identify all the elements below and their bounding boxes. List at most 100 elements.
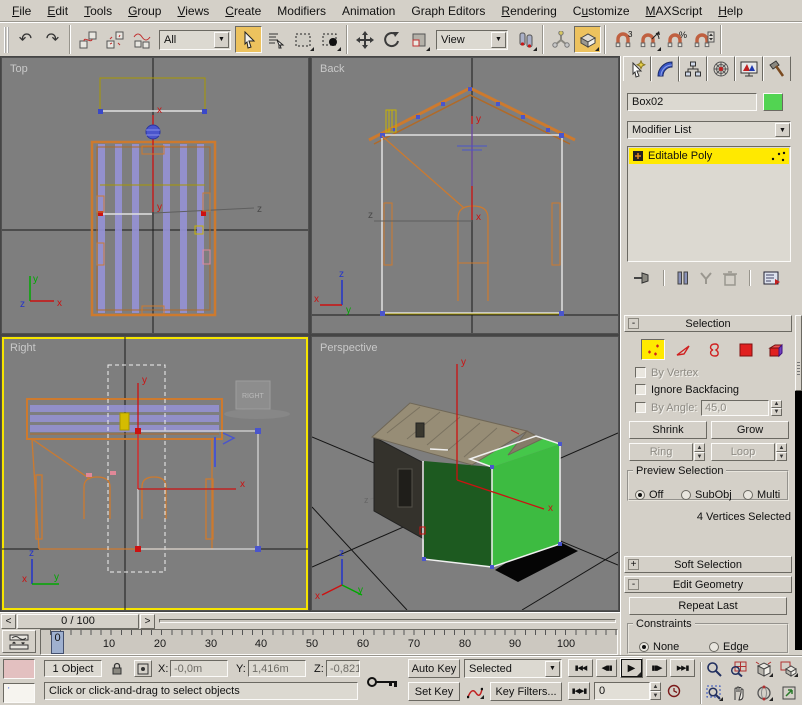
menu-modifiers[interactable]: Modifiers [269, 1, 334, 21]
ring-button[interactable]: Ring [629, 443, 693, 461]
expand-stack-icon[interactable] [632, 150, 645, 163]
pin-stack-icon[interactable] [633, 270, 651, 286]
angle-snap-button[interactable] [636, 26, 663, 53]
key-mode-toggle-button[interactable]: ▮◀▶▮ [568, 682, 590, 700]
select-and-move-button[interactable] [351, 26, 378, 53]
track-bar-thumb[interactable]: 0 [51, 631, 64, 654]
shrink-button[interactable]: Shrink [629, 421, 707, 439]
go-to-end-button[interactable]: ▶▶▮ [670, 659, 695, 677]
remove-modifier-icon[interactable] [723, 270, 737, 286]
ignore-backfacing-checkbox[interactable] [635, 384, 646, 395]
menu-file[interactable]: File [4, 1, 39, 21]
select-and-manipulate-button[interactable] [547, 26, 574, 53]
chevron-down-icon[interactable]: ▼ [545, 660, 560, 677]
select-and-link-button[interactable] [74, 26, 101, 53]
preview-off-radio[interactable] [635, 490, 645, 500]
selection-lock-toggle[interactable] [108, 660, 126, 677]
tab-motion[interactable] [707, 56, 735, 81]
current-frame-field[interactable]: 0 [594, 682, 650, 700]
rectangular-selection-region-button[interactable] [289, 26, 316, 53]
make-unique-icon[interactable] [698, 270, 714, 286]
menu-help[interactable]: Help [710, 1, 751, 21]
maxscript-listener-pane[interactable]: ' [3, 683, 35, 703]
zoom-button[interactable] [702, 658, 725, 679]
select-by-name-button[interactable] [262, 26, 289, 53]
time-slider-prev-button[interactable]: < [1, 613, 16, 629]
menu-group[interactable]: Group [120, 1, 169, 21]
viewport-perspective[interactable]: z y x z x y Perspective [311, 336, 619, 611]
arc-rotate-button[interactable] [752, 682, 775, 703]
preview-multi-radio[interactable] [743, 490, 753, 500]
snap-toggle-3d-button[interactable]: 3 [609, 26, 636, 53]
selection-filter-dropdown[interactable]: All ▼ [159, 29, 231, 50]
repeat-last-button[interactable]: Repeat Last [629, 597, 787, 615]
tab-utilities[interactable] [763, 56, 791, 81]
loop-spinner[interactable]: ▲ ▼ [776, 443, 787, 461]
go-to-start-button[interactable]: ▮◀◀ [568, 659, 593, 677]
grow-button[interactable]: Grow [711, 421, 789, 439]
tab-hierarchy[interactable] [679, 56, 707, 81]
menu-maxscript[interactable]: MAXScript [638, 1, 711, 21]
configure-modifier-sets-icon[interactable] [763, 270, 781, 286]
select-object-button[interactable] [235, 26, 262, 53]
border-mode-button[interactable] [703, 339, 727, 360]
use-pivot-point-center-button[interactable] [512, 26, 539, 53]
selection-rollout-header[interactable]: - Selection [624, 315, 792, 332]
default-tangent-button[interactable] [464, 682, 486, 701]
toolbar-grip[interactable] [4, 26, 9, 53]
modifier-list-dropdown[interactable]: Modifier List ▼ [627, 121, 791, 139]
set-keys-button[interactable] [362, 665, 404, 699]
viewport-right[interactable]: RIGHT y x z y x Right [1, 336, 309, 611]
by-vertex-checkbox[interactable] [635, 367, 646, 378]
edge-mode-button[interactable] [672, 339, 696, 360]
object-name-field[interactable]: Box02 [627, 93, 757, 111]
snaps-toggle-button[interactable] [574, 26, 601, 53]
time-configuration-button[interactable] [664, 682, 684, 700]
tab-display[interactable] [735, 56, 763, 81]
window-crossing-button[interactable] [316, 26, 343, 53]
chevron-down-icon[interactable]: ▼ [491, 31, 506, 48]
tab-create[interactable] [623, 56, 651, 81]
by-angle-field[interactable]: 45,0 [701, 400, 769, 416]
by-angle-spinner[interactable]: ▲ ▼ [771, 400, 782, 416]
menu-edit[interactable]: Edit [39, 1, 76, 21]
next-frame-button[interactable]: ▮▮▶ [646, 659, 667, 677]
menu-rendering[interactable]: Rendering [493, 1, 564, 21]
menu-customize[interactable]: Customize [565, 1, 638, 21]
menu-graph-editors[interactable]: Graph Editors [403, 1, 493, 21]
zoom-extents-button[interactable] [752, 658, 775, 679]
key-mode-dropdown[interactable]: Selected ▼ [464, 659, 562, 678]
tab-modify[interactable] [651, 56, 679, 82]
z-coordinate-field[interactable]: -0,821 [326, 660, 360, 677]
reference-coordinate-system-dropdown[interactable]: View ▼ [436, 29, 508, 50]
object-color-swatch[interactable] [763, 93, 783, 111]
menu-create[interactable]: Create [217, 1, 269, 21]
play-button[interactable]: ▶ [620, 658, 643, 678]
zoom-all-button[interactable] [727, 658, 750, 679]
polygon-mode-button[interactable] [734, 339, 758, 360]
set-key-button[interactable]: Set Key [408, 682, 460, 701]
constraint-edge-radio[interactable] [709, 642, 719, 652]
menu-animation[interactable]: Animation [334, 1, 403, 21]
time-slider-handle[interactable]: 0 / 100 [17, 613, 139, 629]
macro-recorder-pane[interactable] [3, 659, 35, 679]
select-and-rotate-button[interactable] [378, 26, 405, 53]
by-angle-checkbox[interactable] [635, 402, 646, 413]
chevron-down-icon[interactable]: ▼ [775, 123, 790, 137]
constraint-none-radio[interactable] [639, 642, 649, 652]
soft-selection-rollout-header[interactable]: + Soft Selection [624, 556, 792, 573]
menu-tools[interactable]: Tools [76, 1, 120, 21]
region-zoom-button[interactable] [702, 682, 725, 703]
menu-views[interactable]: Views [169, 1, 217, 21]
previous-frame-button[interactable]: ◀▮▮ [596, 659, 617, 677]
loop-button[interactable]: Loop [711, 443, 775, 461]
viewport-back[interactable]: y x z z x y Back [311, 57, 619, 334]
viewport-top[interactable]: x y z y x z Top [1, 57, 309, 334]
pan-button[interactable] [727, 682, 750, 703]
ring-spinner[interactable]: ▲ ▼ [694, 443, 705, 461]
undo-button[interactable]: ↶ [12, 26, 39, 53]
stack-item-editable-poly[interactable]: Editable Poly [629, 148, 789, 164]
key-filters-button[interactable]: Key Filters... [490, 682, 562, 701]
auto-key-button[interactable]: Auto Key [408, 659, 460, 678]
percent-snap-button[interactable]: % [663, 26, 690, 53]
